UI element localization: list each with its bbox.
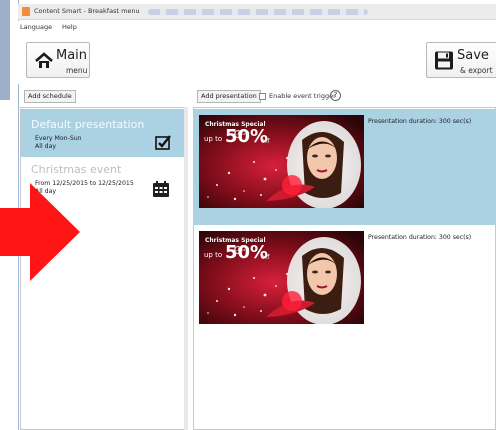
- presentation-duration: Presentation duration: 300 sec(s): [368, 234, 472, 241]
- schedule-item-default[interactable]: Default presentation Every Mon-Sun All d…: [21, 109, 186, 157]
- schedule-pane-scrollbar[interactable]: [184, 107, 188, 430]
- menu-language[interactable]: Language: [20, 23, 52, 31]
- menu-bar: Language Help: [18, 21, 496, 34]
- presentation-thumbnail[interactable]: Christmas Special LOGO up to 50% off: [199, 115, 364, 208]
- thumbnail-up-to-text: up to: [204, 251, 223, 259]
- schedule-title: Default presentation: [31, 118, 145, 131]
- add-presentation-button[interactable]: Add presentation: [197, 90, 261, 103]
- add-schedule-button[interactable]: Add schedule: [24, 90, 76, 103]
- save-export-button[interactable]: Save & export: [426, 42, 496, 78]
- title-bar-background-blur: [148, 9, 368, 15]
- presentation-thumbnail[interactable]: Christmas Special LOGO up to 50% off: [199, 231, 364, 324]
- presentation-list: Christmas Special LOGO up to 50% off Pre…: [193, 107, 496, 430]
- christmas-sale-photo: [199, 231, 364, 324]
- thumbnail-off-text: off: [261, 253, 270, 261]
- schedule-time: All day: [35, 143, 57, 150]
- schedule-title: Christmas event: [31, 163, 122, 176]
- title-bar[interactable]: Content Smart - Breakfast menu: [18, 4, 496, 20]
- menu-help[interactable]: Help: [62, 23, 77, 31]
- presentation-item[interactable]: Christmas Special LOGO up to 50% off Pre…: [194, 109, 495, 225]
- app-icon: [22, 7, 30, 16]
- main-menu-button[interactable]: Main menu: [26, 42, 90, 78]
- schedule-recurrence: Every Mon-Sun: [35, 135, 82, 142]
- main-menu-label: Main: [56, 48, 88, 63]
- floppy-disk-icon: [435, 51, 453, 70]
- red-pointer-arrow: [0, 183, 80, 281]
- main-menu-sublabel: menu: [66, 66, 88, 75]
- event-trigger-label: Enable event trigger: [269, 92, 336, 100]
- calendar-grid-icon: [153, 181, 169, 197]
- event-trigger-checkbox[interactable]: [259, 93, 266, 100]
- presentation-item[interactable]: Christmas Special LOGO up to 50% off Pre…: [194, 225, 495, 341]
- thumbnail-off-text: off: [261, 137, 270, 145]
- help-icon[interactable]: ?: [330, 90, 341, 101]
- checked-calendar-icon: [155, 135, 171, 150]
- home-icon: [35, 52, 53, 68]
- presentation-duration: Presentation duration: 300 sec(s): [368, 118, 472, 125]
- top-toolbar: Main menu Save & export: [18, 34, 496, 84]
- presentation-toolbar: Add presentation Enable event trigger ?: [195, 86, 496, 106]
- schedule-toolbar: Add schedule: [22, 86, 187, 106]
- save-sublabel: & export: [460, 66, 493, 75]
- christmas-sale-photo: [199, 115, 364, 208]
- thumbnail-up-to-text: up to: [204, 135, 223, 143]
- window-title: Content Smart - Breakfast menu: [34, 7, 140, 15]
- left-frame-dark: [0, 0, 10, 100]
- save-label: Save: [457, 48, 489, 63]
